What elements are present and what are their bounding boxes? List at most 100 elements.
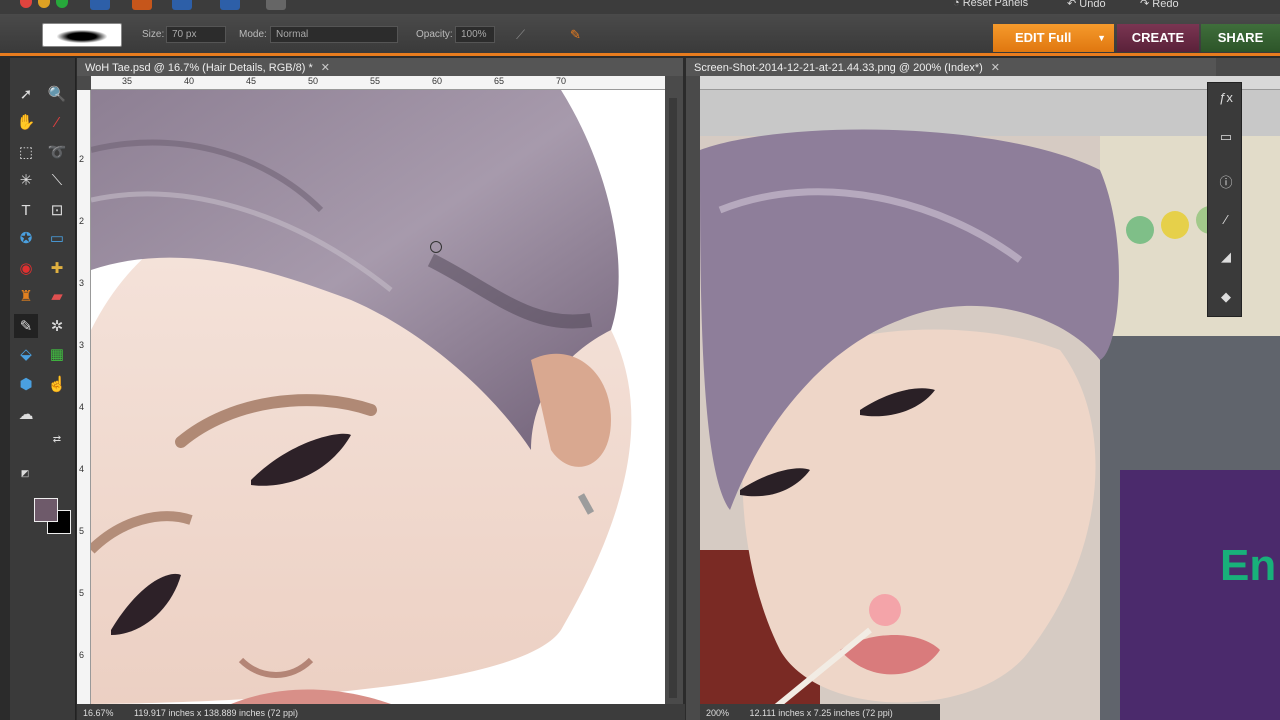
ruler-tick-label: 3	[79, 278, 85, 288]
marquee-tool-icon[interactable]: ⬚	[14, 140, 38, 164]
reference-photo: En	[700, 129, 1280, 720]
ruler-tick-label: 5	[79, 526, 85, 536]
move-tool-icon[interactable]: ➚	[14, 82, 38, 106]
airbrush-icon[interactable]: ⟋	[516, 27, 530, 42]
horizontal-ruler-1: 35 40 45 50 55 60 65 70	[91, 76, 665, 90]
navigator-icon[interactable]: ◢	[1216, 247, 1236, 267]
opacity-label: Opacity:	[416, 29, 453, 40]
document-title-1: WoH Tae.psd @ 16.7% (Hair Details, RGB/8…	[85, 62, 313, 74]
size-input[interactable]: 70 px	[166, 26, 226, 43]
magic-wand-tool-icon[interactable]: ✳	[14, 168, 38, 192]
layout-icon[interactable]	[266, 0, 286, 10]
clone-stamp-tool-icon[interactable]: ♜	[14, 284, 38, 308]
title-bar: ◔ Reset Panels ↶ Undo ↷ Redo	[0, 0, 1280, 14]
type-tool-icon[interactable]: T	[14, 198, 38, 222]
mode-select[interactable]: Normal	[270, 26, 398, 43]
blur-tool-icon[interactable]: ☝	[45, 372, 69, 396]
close-document-icon[interactable]: ✕	[321, 62, 330, 74]
panel-bin: ƒx ▭ ⓘ ⁄ ◢ ◆	[1207, 82, 1242, 317]
default-colors-icon[interactable]: ◩	[18, 466, 32, 480]
undo-button[interactable]: ↶ Undo	[1067, 0, 1106, 10]
ruler-tick-label: 3	[79, 340, 85, 350]
document-tab-1[interactable]: WoH Tae.psd @ 16.7% (Hair Details, RGB/8…	[77, 58, 683, 76]
chevron-down-icon: ▼	[1097, 33, 1106, 43]
brush-preset-picker[interactable]	[42, 23, 122, 47]
ruler-tick-label: 65	[494, 76, 505, 86]
status-bar-1: 16.67% 119.917 inches x 138.889 inches (…	[77, 704, 685, 720]
zoom-tool-icon[interactable]: 🔍	[45, 82, 69, 106]
edit-full-tab[interactable]: EDIT Full ▼	[993, 24, 1114, 52]
brush-cursor-icon	[430, 241, 442, 253]
graphics-icon[interactable]: ▭	[1216, 127, 1236, 147]
crop-tool-icon[interactable]: ⊡	[45, 198, 69, 222]
document-tab-2[interactable]: Screen-Shot-2014-12-21-at-21.44.33.png @…	[686, 58, 1216, 76]
document-window-1: WoH Tae.psd @ 16.7% (Hair Details, RGB/8…	[77, 58, 683, 720]
share-tab[interactable]: SHARE	[1201, 24, 1280, 52]
document-window-2: Screen-Shot-2014-12-21-at-21.44.33.png @…	[686, 58, 1280, 720]
create-tab[interactable]: CREATE	[1117, 24, 1199, 52]
zoom-level-1[interactable]: 16.67%	[83, 708, 114, 718]
bridge-icon[interactable]	[132, 0, 152, 10]
save-icon[interactable]	[172, 0, 192, 10]
hand-tool-icon[interactable]: ✋	[14, 110, 38, 134]
document-title-2: Screen-Shot-2014-12-21-at-21.44.33.png @…	[694, 62, 983, 74]
maximize-window-button[interactable]	[56, 0, 68, 8]
brush-settings-icon[interactable]: ✎	[570, 27, 584, 42]
eyedropper-tool-icon[interactable]: ⁄	[45, 110, 69, 134]
shop-sign-text: En	[1220, 541, 1276, 590]
reset-panels-button[interactable]: ◔ Reset Panels	[953, 0, 1028, 9]
vertical-scrollbar-1[interactable]	[669, 98, 677, 698]
info-icon[interactable]: ⓘ	[1216, 171, 1236, 191]
straighten-tool-icon[interactable]: ▭	[45, 226, 69, 250]
swap-colors-icon[interactable]: ⇄	[50, 432, 64, 446]
canvas-painting[interactable]	[91, 90, 665, 704]
eraser-tool-icon[interactable]: ▰	[45, 284, 69, 308]
ruler-tick-label: 6	[79, 650, 85, 660]
brush-stroke-preview	[57, 30, 107, 43]
effects-icon[interactable]: ƒx	[1216, 87, 1236, 107]
histogram-icon[interactable]: ⁄	[1216, 209, 1236, 229]
ruler-tick-label: 40	[184, 76, 195, 86]
shape-tool-icon[interactable]: ⬢	[14, 372, 38, 396]
edit-full-label: EDIT Full	[1015, 30, 1072, 45]
healing-brush-tool-icon[interactable]: ✚	[45, 256, 69, 280]
gradient-tool-icon[interactable]: ▦	[45, 342, 69, 366]
zoom-level-2[interactable]: 200%	[706, 708, 729, 718]
ruler-tick-label: 50	[308, 76, 319, 86]
ruler-tick-label: 35	[122, 76, 133, 86]
redo-label: Redo	[1152, 0, 1179, 10]
minimize-window-button[interactable]	[38, 0, 50, 8]
quick-selection-tool-icon[interactable]: ⟍	[45, 168, 69, 192]
tool-options-bar: Size: 70 px Mode: Normal Opacity: 100% ⟋…	[0, 14, 1280, 56]
ruler-tick-label: 4	[79, 464, 85, 474]
close-document-icon[interactable]: ✕	[991, 62, 1000, 74]
ruler-tick-label: 2	[79, 154, 85, 164]
cookie-cutter-tool-icon[interactable]: ✪	[14, 226, 38, 250]
document-size-1: 119.917 inches x 138.889 inches (72 ppi)	[134, 708, 298, 718]
horizontal-ruler-2	[700, 76, 1280, 90]
vertical-ruler-1: 2 2 3 3 4 4 5 5 6	[77, 90, 91, 704]
redo-button[interactable]: ↷ Redo	[1140, 0, 1179, 10]
painted-portrait	[91, 90, 632, 704]
document-size-2: 12.111 inches x 7.25 inches (72 ppi)	[749, 708, 893, 718]
help-icon[interactable]	[220, 0, 240, 10]
opacity-input[interactable]: 100%	[455, 26, 495, 43]
status-bar-2: 200% 12.111 inches x 7.25 inches (72 ppi…	[700, 704, 940, 720]
foreground-color-swatch[interactable]	[34, 498, 58, 522]
canvas-reference-photo[interactable]: En	[700, 90, 1280, 720]
paint-bucket-tool-icon[interactable]: ⬙	[14, 342, 38, 366]
ruler-tick-label: 2	[79, 216, 85, 226]
red-eye-tool-icon[interactable]: ◉	[14, 256, 38, 280]
smart-brush-tool-icon[interactable]: ✲	[45, 314, 69, 338]
brush-tool-icon[interactable]: ✎	[14, 314, 38, 338]
ruler-tick-label: 55	[370, 76, 381, 86]
sponge-tool-icon[interactable]: ☁	[14, 402, 38, 426]
ruler-tick-label: 5	[79, 588, 85, 598]
close-window-button[interactable]	[20, 0, 32, 8]
lasso-tool-icon[interactable]: ➰	[45, 140, 69, 164]
mode-label: Mode:	[239, 29, 267, 40]
undo-label: Undo	[1079, 0, 1106, 10]
ruler-tick-label: 70	[556, 76, 567, 86]
organizer-icon[interactable]	[90, 0, 110, 10]
layers-icon[interactable]: ◆	[1216, 287, 1236, 307]
